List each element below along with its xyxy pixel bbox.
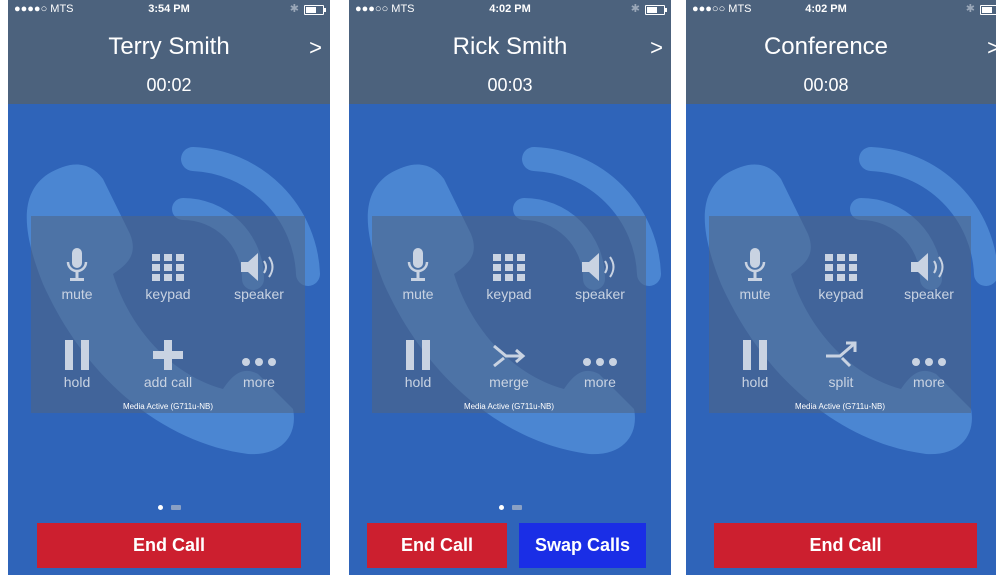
speaker-label: speaker [904,286,954,302]
end-call-button[interactable]: End Call [714,523,977,568]
keypad-label: keypad [486,286,532,302]
mute-button[interactable]: mute [32,238,122,302]
call-controls-panel: mute keypad speaker hold add call more M… [31,216,305,413]
merge-button[interactable]: merge [464,326,554,390]
call-header: Rick Smith 00:03 > [349,19,671,104]
speaker-button[interactable]: speaker [214,238,304,302]
speaker-label: speaker [575,286,625,302]
split-label: split [828,374,854,390]
phone-screen-rick-smith: ●●●○○ MTS 4:02 PM ✱ Rick Smith 00:03 > m… [349,0,671,575]
call-controls-panel: mute keypad speaker hold merge more Medi… [372,216,646,413]
mute-label: mute [402,286,434,302]
call-duration: 00:08 [803,75,849,95]
chevron-right-icon[interactable]: > [309,35,322,61]
mute-label: mute [61,286,93,302]
call-duration: 00:03 [487,75,533,95]
speaker-icon [582,253,615,281]
pause-icon [743,340,767,370]
phone-screen-terry-smith: ●●●●○ MTS 3:54 PM ✱ Terry Smith 00:02 > … [8,0,330,575]
page-dot-active [498,505,504,510]
status-bar: ●●●○○ MTS 4:02 PM ✱ [686,0,996,19]
codec-status: Media Active (G711u-NB) [463,402,555,411]
caller-name: Terry Smith [108,33,230,60]
hold-label: hold [741,374,769,390]
hold-button[interactable]: hold [710,326,800,390]
keypad-label: keypad [145,286,191,302]
status-bar: ●●●○○ MTS 4:02 PM ✱ [349,0,671,19]
more-button[interactable]: more [214,326,304,390]
caller-name: Rick Smith [452,33,568,60]
end-call-button[interactable]: End Call [367,523,507,568]
keypad-button[interactable]: keypad [796,238,886,302]
bluetooth-icon: ✱ [289,3,299,15]
more-label: more [913,374,945,390]
more-dots-icon [242,358,276,366]
pause-icon [406,340,430,370]
hold-button[interactable]: hold [32,326,122,390]
swap-calls-button[interactable]: Swap Calls [519,523,646,568]
plus-icon [153,340,183,370]
microphone-icon [407,248,429,281]
more-label: more [584,374,616,390]
split-icon [826,341,857,368]
pause-icon [65,340,89,370]
hold-label: hold [63,374,91,390]
hold-label: hold [404,374,432,390]
microphone-icon [744,248,766,281]
split-button[interactable]: split [796,326,886,390]
end-call-button[interactable]: End Call [37,523,301,568]
keypad-icon [825,254,857,281]
keypad-label: keypad [818,286,864,302]
call-duration: 00:02 [146,75,192,95]
video-page-icon [170,505,181,510]
page-indicator [349,505,671,510]
keypad-icon [493,254,525,281]
chevron-right-icon[interactable]: > [650,35,663,61]
speaker-button[interactable]: speaker [555,238,645,302]
call-header: Terry Smith 00:02 > [8,19,330,104]
caller-name: Conference [763,33,889,60]
merge-icon [493,344,526,368]
status-time: 4:02 PM [805,3,847,15]
chevron-right-icon[interactable]: > [987,35,996,61]
mute-label: mute [739,286,771,302]
more-button[interactable]: more [555,326,645,390]
speaker-label: speaker [234,286,284,302]
speaker-button[interactable]: speaker [884,238,974,302]
more-label: more [243,374,275,390]
call-header: Conference 00:08 > [686,19,996,104]
mute-button[interactable]: mute [710,238,800,302]
bluetooth-icon: ✱ [965,3,975,15]
keypad-button[interactable]: keypad [464,238,554,302]
video-page-icon [511,505,522,510]
keypad-button[interactable]: keypad [123,238,213,302]
mute-button[interactable]: mute [373,238,463,302]
call-controls-panel: mute keypad speaker hold split more Medi… [709,216,971,413]
battery-icon [980,4,996,15]
add-call-button[interactable]: add call [123,326,213,390]
phone-screen-conference: ●●●○○ MTS 4:02 PM ✱ Conference 00:08 > m… [686,0,996,575]
page-dot-active [157,505,163,510]
status-bar: ●●●●○ MTS 3:54 PM ✱ [8,0,330,19]
more-button[interactable]: more [884,326,974,390]
bluetooth-icon: ✱ [630,3,640,15]
codec-status: Media Active (G711u-NB) [794,402,886,411]
microphone-icon [66,248,88,281]
battery-icon [304,4,326,15]
merge-label: merge [489,374,529,390]
codec-status: Media Active (G711u-NB) [122,402,214,411]
speaker-icon [911,253,944,281]
status-time: 3:54 PM [148,3,190,15]
keypad-icon [152,254,184,281]
more-dots-icon [583,358,617,366]
speaker-icon [241,253,274,281]
status-time: 4:02 PM [489,3,531,15]
hold-button[interactable]: hold [373,326,463,390]
more-dots-icon [912,358,946,366]
battery-icon [645,4,667,15]
add-call-label: add call [143,374,193,390]
page-indicator [8,505,330,510]
